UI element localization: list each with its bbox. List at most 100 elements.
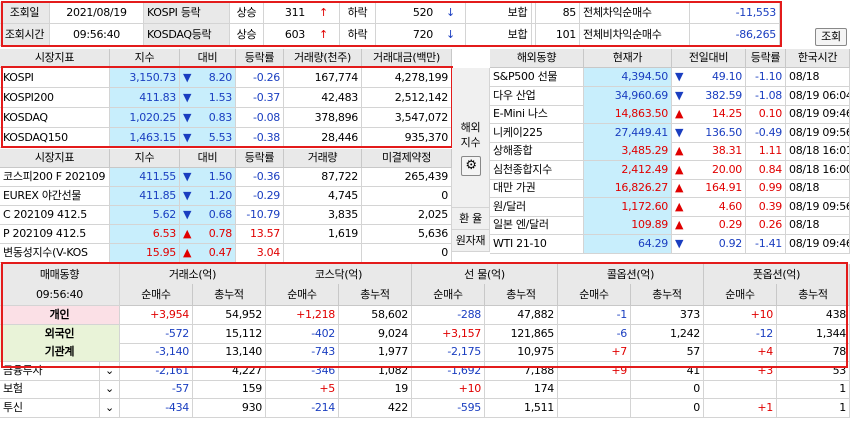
investor-sub-total: 총누적 [193, 284, 266, 306]
gear-icon[interactable]: ⚙ [461, 156, 481, 176]
investor-sub-total: 총누적 [339, 284, 412, 306]
investor-sub-net: 순매수 [412, 284, 485, 306]
investor-sub-total: 총누적 [631, 284, 704, 306]
down-triangle-icon: ▼ [675, 236, 684, 250]
investor-value: 422 [339, 398, 412, 418]
overseas-change: ▼ 49.10 [672, 68, 746, 87]
overseas-change: ▼ 382.59 [672, 86, 746, 106]
index-col-header: 대비 [180, 49, 236, 68]
overseas-col-header: 현재가 [584, 49, 672, 68]
overseas-change: ▼ 136.50 [672, 123, 746, 143]
up-triangle-icon: ▲ [675, 199, 684, 213]
overseas-change: ▲ 164.91 [672, 179, 746, 198]
index-value: 411.83 [110, 88, 180, 108]
investor-value: +10 [704, 306, 777, 325]
flat-label: 보합 [500, 2, 536, 24]
time-label: 조회시간 [0, 24, 50, 46]
investor-value: -572 [120, 324, 193, 344]
investor-value: 0 [631, 398, 704, 418]
overseas-col-header: 등락률 [746, 49, 786, 68]
investor-value: -57 [120, 380, 193, 399]
investor-value: 58,602 [339, 306, 412, 325]
investor-group-header: 콜옵션(억) [558, 264, 704, 286]
overseas-price: 34,960.69 [584, 86, 672, 106]
up-triangle-icon: ▲ [183, 246, 192, 259]
investor-value: 15,112 [193, 324, 266, 344]
investor-value: 57 [631, 343, 704, 362]
overseas-change: ▲ 14.25 [672, 105, 746, 124]
investor-value: +3 [704, 361, 777, 381]
investor-sub-net: 순매수 [558, 284, 631, 306]
overseas-name: 심천종합지수 [490, 160, 584, 180]
down-triangle-icon: ▼ [183, 71, 192, 84]
deriv-change: ▼ 1.20 [180, 187, 236, 206]
deriv-value: 411.55 [110, 168, 180, 187]
index-amount: 2,512,142 [362, 88, 452, 108]
overseas-name: WTI 21-10 [490, 234, 584, 254]
investor-sub-total: 총누적 [485, 284, 558, 306]
deriv-volume: 1,619 [284, 225, 362, 244]
overseas-rate: -1.41 [746, 234, 786, 254]
investor-value: -2,161 [120, 361, 193, 381]
investor-sub-net: 순매수 [266, 284, 339, 306]
up-label: 상승 [230, 24, 264, 46]
deriv-oi: 0 [362, 244, 452, 263]
investor-sub-total: 총누적 [777, 284, 850, 306]
overseas-price: 3,485.29 [584, 142, 672, 161]
index-name: KOSDAQ [0, 108, 110, 128]
deriv-change: ▲ 0.78 [180, 225, 236, 244]
deriv-volume: 87,722 [284, 168, 362, 187]
down-triangle-icon: ▼ [183, 170, 192, 183]
investor-group-header: 풋옵션(억) [704, 264, 850, 286]
down-arrow: ↓ [436, 24, 466, 46]
index-value: 1,020.25 [110, 108, 180, 128]
down-count: 720 [376, 24, 436, 46]
overseas-col-header: 한국시간 [786, 49, 850, 68]
overseas-rate: 0.10 [746, 105, 786, 124]
investor-value: -434 [120, 398, 193, 418]
investor-value: 19 [339, 380, 412, 399]
up-triangle-icon: ▲ [675, 162, 684, 176]
deriv-rate: -0.29 [236, 187, 284, 206]
net-label: 전체차익순매수 [580, 2, 690, 24]
overseas-col-header: 전일대비 [672, 49, 746, 68]
investor-value: +3,157 [412, 324, 485, 344]
investor-value: 41 [631, 361, 704, 381]
deriv-change: ▼ 1.50 [180, 168, 236, 187]
overseas-change: ▲ 4.60 [672, 197, 746, 217]
investor-value: 373 [631, 306, 704, 325]
investor-value: 54,952 [193, 306, 266, 325]
investor-value: -214 [266, 398, 339, 418]
deriv-oi: 5,636 [362, 225, 452, 244]
investor-value: -402 [266, 324, 339, 344]
deriv-volume: 4,745 [284, 187, 362, 206]
investor-title: 매매동향 [0, 264, 120, 286]
overseas-name: 대만 가권 [490, 179, 584, 198]
index-rate: -0.37 [236, 88, 284, 108]
investor-value: +1 [704, 398, 777, 418]
investor-group-header: 거래소(억) [120, 264, 266, 286]
query-button[interactable]: 조회 [815, 28, 847, 46]
investor-value: 1 [777, 380, 850, 399]
overseas-rate: 0.84 [746, 160, 786, 180]
deriv-oi: 0 [362, 187, 452, 206]
investor-name: 외국인 [0, 324, 120, 344]
investor-value: 9,024 [339, 324, 412, 344]
index-name: KOSPI200 [0, 88, 110, 108]
overseas-rate: 1.11 [746, 142, 786, 161]
investor-value: 4,227 [193, 361, 266, 381]
deriv-col-header: 대비 [180, 149, 236, 168]
index-volume: 42,483 [284, 88, 362, 108]
overseas-time: 08/19 09:46:45 [786, 105, 850, 124]
index-amount: 4,278,199 [362, 68, 452, 88]
deriv-col-header: 시장지표 [0, 149, 110, 168]
investor-group-header: 선 물(억) [412, 264, 558, 286]
investor-value: -3,140 [120, 343, 193, 362]
index-rate: -0.26 [236, 68, 284, 88]
overseas-change: ▲ 0.29 [672, 216, 746, 235]
overseas-index-label[interactable]: 해외 지수 [452, 68, 490, 208]
deriv-value: 15.95 [110, 244, 180, 263]
deriv-col-header: 미결제약정 [362, 149, 452, 168]
investor-value: 121,865 [485, 324, 558, 344]
investor-name: 보험 [0, 380, 100, 399]
